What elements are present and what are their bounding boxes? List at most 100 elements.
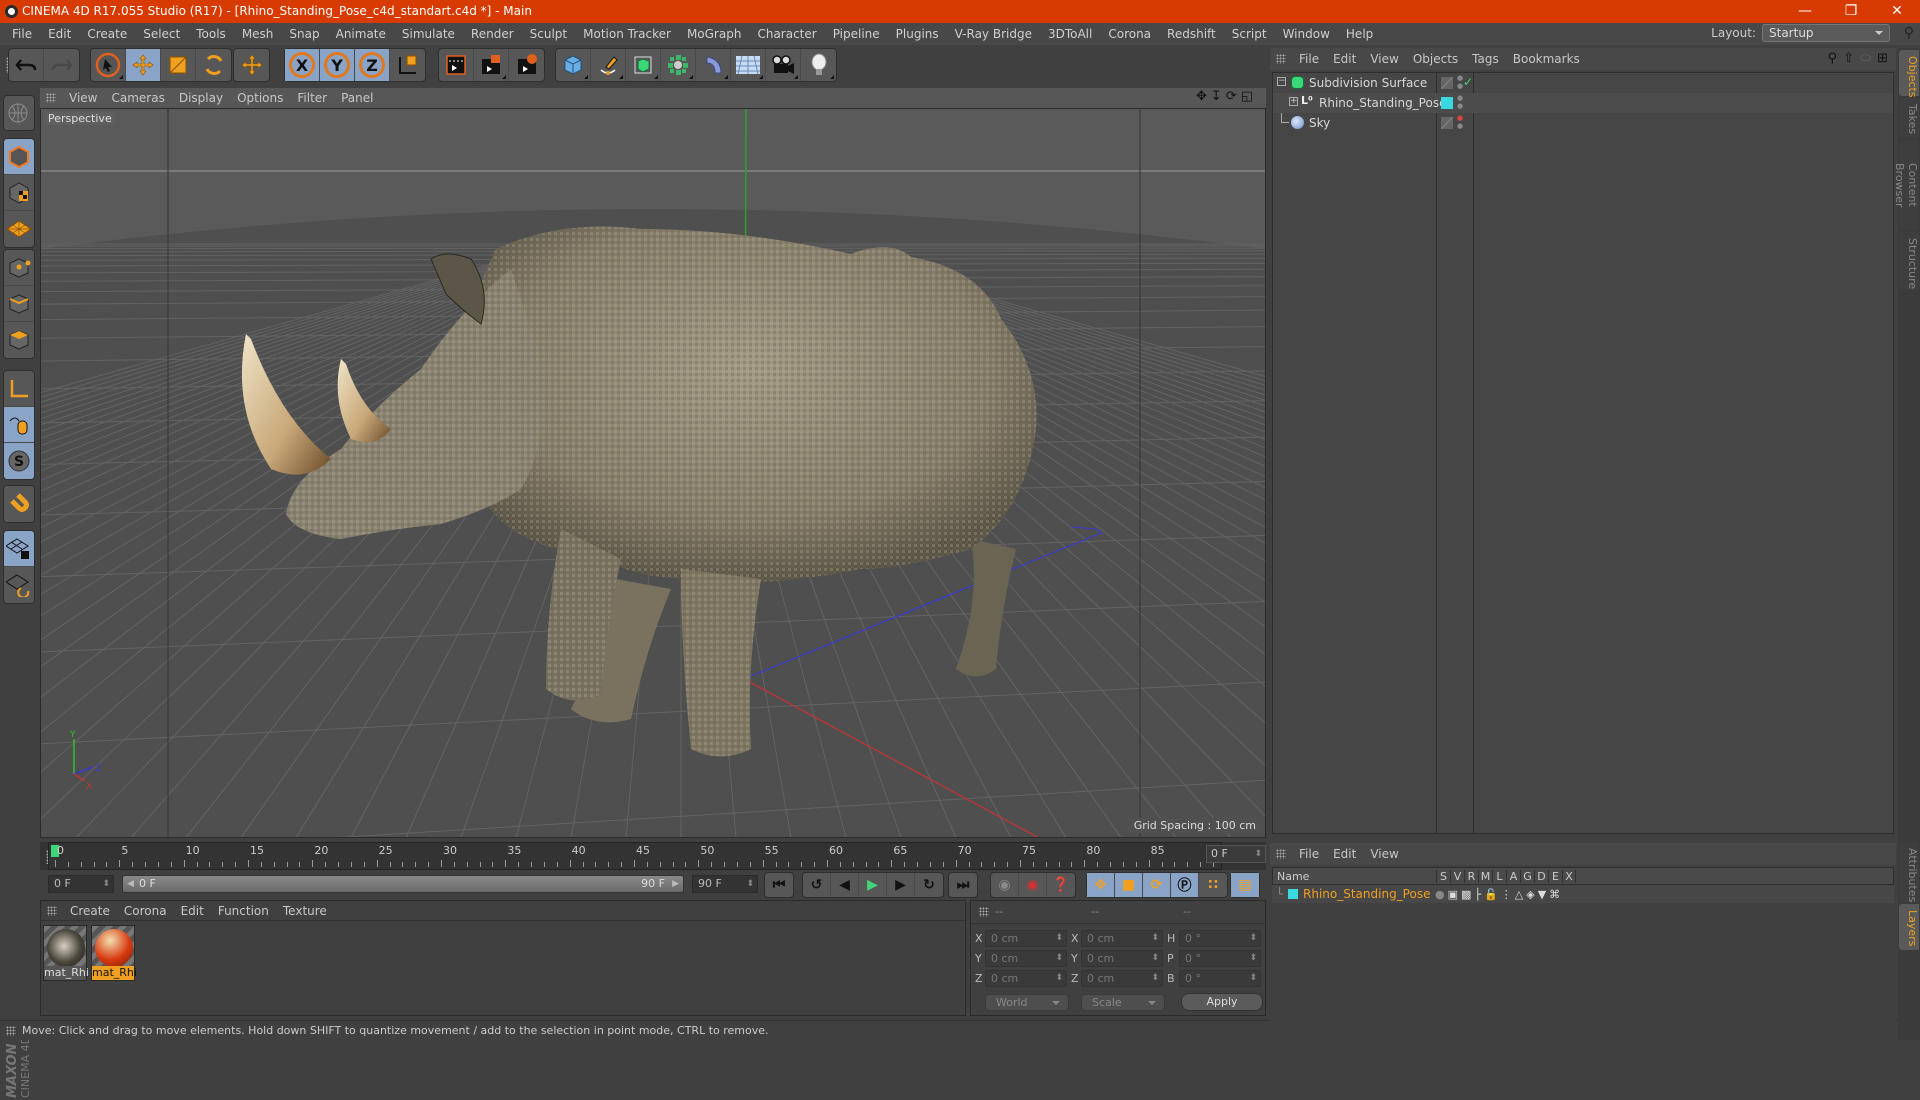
menu-mesh[interactable]: Mesh <box>234 23 282 45</box>
light-icon[interactable] <box>801 49 836 81</box>
axis-mode-icon[interactable] <box>4 371 34 407</box>
layer-name[interactable]: Rhino_Standing_Pose <box>1303 887 1435 901</box>
x-axis-icon[interactable]: X <box>285 49 320 81</box>
scale-icon[interactable] <box>161 49 196 81</box>
layer-lock-icon[interactable]: 🔓 <box>1484 888 1498 901</box>
rotate-icon[interactable] <box>196 49 231 81</box>
tweak-mode-icon[interactable] <box>4 407 34 443</box>
record-active-icon[interactable]: ◉ <box>1019 873 1047 897</box>
layer-expressions-icon[interactable]: ▼ <box>1538 888 1546 901</box>
keyframe-selection-icon[interactable]: ◉ <box>991 873 1019 897</box>
redo-icon[interactable] <box>44 49 79 81</box>
menu-select[interactable]: Select <box>135 23 188 45</box>
orbit-icon[interactable]: ⟳ <box>1226 89 1237 104</box>
key-rotation-icon[interactable]: ⟳ <box>1143 873 1171 897</box>
edges-mode-icon[interactable] <box>4 286 34 322</box>
editor-visibility-icon[interactable] <box>1441 77 1453 89</box>
y-axis-icon[interactable]: Y <box>320 49 355 81</box>
pan-icon[interactable]: ✥ <box>1196 89 1207 104</box>
menu-plugins[interactable]: Plugins <box>888 23 947 45</box>
position-y-field[interactable]: 0 cm <box>985 950 1067 967</box>
home-icon[interactable]: ⇧ <box>1843 51 1854 66</box>
move-last-icon[interactable] <box>234 49 269 81</box>
menu-file[interactable]: File <box>4 23 40 45</box>
key-position-icon[interactable]: ✥ <box>1087 873 1115 897</box>
layer-solo-icon[interactable]: ● <box>1435 888 1445 901</box>
column-xref[interactable]: X <box>1562 870 1576 883</box>
model-mode-icon[interactable] <box>4 139 34 175</box>
deformer-icon[interactable] <box>696 49 731 81</box>
editor-visibility-icon[interactable] <box>1441 117 1453 129</box>
viewport-menu-cameras[interactable]: Cameras <box>104 91 171 105</box>
menu-script[interactable]: Script <box>1224 23 1275 45</box>
column-locked[interactable]: L <box>1492 870 1506 883</box>
undo-icon[interactable] <box>9 49 44 81</box>
tab-structure[interactable]: Structure <box>1899 232 1919 290</box>
previous-frame-icon[interactable]: ◀ <box>831 873 859 897</box>
om-menu-objects[interactable]: Objects <box>1406 52 1465 66</box>
rotation-h-field[interactable]: 0 ° <box>1179 930 1261 947</box>
start-frame-field[interactable]: 0 F⬍ <box>48 875 114 893</box>
visibility-dots-icon[interactable]: ●● <box>1457 114 1463 130</box>
3d-viewport[interactable]: Y Z X Perspective Grid Spacing : 100 cm <box>40 108 1266 838</box>
polygons-mode-icon[interactable] <box>4 322 34 358</box>
size-y-field[interactable]: 0 cm <box>1081 950 1163 967</box>
texture-mode-icon[interactable] <box>4 175 34 211</box>
planar-workplane-icon[interactable] <box>4 567 34 603</box>
locked-workplane-icon[interactable] <box>4 531 34 567</box>
frame-range-slider[interactable]: ◀ 0 F 90 F ▶ <box>122 875 684 893</box>
layer-animation-icon[interactable]: ⋮ <box>1501 888 1512 901</box>
layer-generators-icon[interactable]: △ <box>1515 888 1523 901</box>
menu-animate[interactable]: Animate <box>328 23 394 45</box>
layer-xref-icon[interactable]: ⌘ <box>1549 888 1560 901</box>
end-frame-field[interactable]: 90 F⬍ <box>692 875 758 893</box>
solo-icon[interactable]: S <box>4 443 34 479</box>
menu-pipeline[interactable]: Pipeline <box>825 23 888 45</box>
material-swatch-selected[interactable]: mat_Rhi <box>91 925 135 981</box>
menu-sculpt[interactable]: Sculpt <box>522 23 575 45</box>
layer-view-icon[interactable]: ▣ <box>1448 888 1458 901</box>
panel-grip[interactable] <box>1276 54 1286 64</box>
enabled-check-icon[interactable]: ✓ <box>1463 75 1473 89</box>
tab-layers[interactable]: Layers <box>1899 904 1919 950</box>
tab-objects[interactable]: Objects <box>1899 50 1919 96</box>
restore-icon[interactable]: ❐ <box>1828 0 1874 23</box>
viewport-menu-display[interactable]: Display <box>172 91 230 105</box>
visibility-dots-icon[interactable]: ●● <box>1457 94 1463 110</box>
next-key-icon[interactable]: ↻ <box>915 873 943 897</box>
column-name[interactable]: Name <box>1273 870 1436 883</box>
menu-snap[interactable]: Snap <box>281 23 327 45</box>
camera-icon[interactable] <box>766 49 801 81</box>
menu-redshift[interactable]: Redshift <box>1159 23 1224 45</box>
menu-vray-bridge[interactable]: V-Ray Bridge <box>947 23 1040 45</box>
panel-grip[interactable] <box>46 93 56 103</box>
tab-attributes[interactable]: Attributes <box>1899 842 1919 902</box>
material-menu-create[interactable]: Create <box>63 904 117 918</box>
rotation-b-field[interactable]: 0 ° <box>1179 970 1261 987</box>
filter-icon[interactable]: ⬭ <box>1860 51 1871 66</box>
go-to-end-icon[interactable]: ⏭ <box>949 873 977 897</box>
z-axis-icon[interactable]: Z <box>355 49 390 81</box>
move-icon[interactable] <box>126 49 161 81</box>
object-row-sky[interactable]: Sky ●● <box>1273 113 1893 133</box>
cube-icon[interactable] <box>556 49 591 81</box>
material-swatch[interactable]: mat_Rhi <box>43 925 87 981</box>
panel-grip[interactable] <box>47 906 57 916</box>
render-settings-icon[interactable] <box>509 49 544 81</box>
minimize-icon[interactable]: — <box>1782 0 1828 23</box>
camera-label[interactable]: Perspective <box>45 112 115 125</box>
layer-render-icon[interactable]: ▩ <box>1461 888 1471 901</box>
column-expressions[interactable]: E <box>1548 870 1562 883</box>
render-view-icon[interactable] <box>439 49 474 81</box>
previous-key-icon[interactable]: ↺ <box>803 873 831 897</box>
pen-spline-icon[interactable] <box>591 49 626 81</box>
timeline-window-icon[interactable]: ▤ <box>1231 873 1259 897</box>
position-z-field[interactable]: 0 cm <box>985 970 1067 987</box>
column-generators[interactable]: G <box>1520 870 1534 883</box>
object-row-rhino-standing-pose[interactable]: + L⁰ Rhino_Standing_Pose ●● <box>1273 93 1893 113</box>
layer-deformers-icon[interactable]: ◈ <box>1526 888 1534 901</box>
expand-icon[interactable]: + <box>1289 97 1298 106</box>
rotation-p-field[interactable]: 0 ° <box>1179 950 1261 967</box>
layer-row[interactable]: └ Rhino_Standing_Pose ● ▣ ▩ ├ 🔓 ⋮ △ ◈ ▼ … <box>1272 885 1894 903</box>
panel-grip[interactable] <box>1276 849 1286 859</box>
